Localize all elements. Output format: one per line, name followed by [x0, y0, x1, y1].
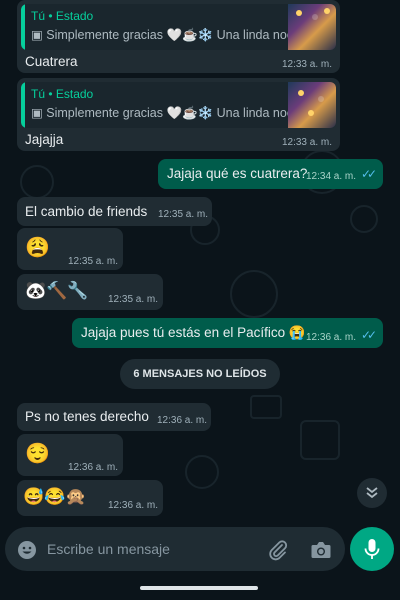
paperclip-icon[interactable]: [267, 539, 289, 561]
message-text: Jajaja pues tú estás en el Pacífico 😭: [81, 325, 306, 340]
scroll-to-bottom-button[interactable]: [357, 478, 387, 508]
message-bubble-incoming[interactable]: Tú • Estado ▣ Simplemente gracias 🤍☕❄️ U…: [17, 0, 340, 73]
message-time: 12:35 a. m.: [108, 294, 159, 305]
message-time: 12:36 a. m.: [157, 415, 208, 426]
message-bubble-incoming[interactable]: 😩 12:35 a. m.: [17, 228, 123, 270]
message-text: Jajajja: [25, 132, 64, 147]
message-time: 12:33 a. m.: [281, 59, 332, 70]
quote-bar: [21, 82, 25, 128]
message-text: Cuatrera: [25, 54, 78, 69]
wallpaper-doodle: [185, 455, 219, 489]
status-thumbnail: [288, 82, 336, 128]
message-time: 12:36 a. m.: [68, 462, 119, 473]
unread-messages-divider: 6 MENSAJES NO LEÍDOS: [120, 359, 280, 389]
message-bubble-incoming[interactable]: El cambio de friends 12:35 a. m.: [17, 197, 212, 226]
message-time: 12:35 a. m.: [68, 256, 119, 267]
reply-author: Tú • Estado: [31, 9, 94, 23]
emoji-icon[interactable]: [17, 540, 37, 560]
message-time: 12:33 a. m.: [281, 137, 332, 148]
reply-snippet: ▣ Simplemente gracias 🤍☕❄️ Una linda noc…: [31, 28, 307, 42]
message-bubble-incoming[interactable]: 🐼🔨🔧 12:35 a. m.: [17, 274, 163, 310]
message-bubble-outgoing[interactable]: Jajaja pues tú estás en el Pacífico 😭 12…: [72, 318, 383, 348]
status-thumbnail: [288, 4, 336, 50]
message-time: 12:35 a. m.: [158, 209, 209, 220]
message-composer[interactable]: Escribe un mensaje: [5, 527, 345, 571]
message-emoji: 🐼🔨🔧: [25, 281, 89, 300]
voice-message-button[interactable]: [350, 527, 394, 571]
reply-author: Tú • Estado: [31, 87, 94, 101]
read-double-check-icon: ✓✓: [361, 328, 377, 342]
quote-bar: [21, 4, 25, 50]
message-emoji: 😌: [25, 443, 50, 465]
message-bubble-incoming[interactable]: Ps no tenes derecho 12:36 a. m.: [17, 403, 211, 431]
microphone-icon: [364, 539, 380, 559]
wallpaper-doodle: [350, 205, 378, 233]
message-time: 12:36 a. m.: [108, 500, 159, 511]
reply-snippet: ▣ Simplemente gracias 🤍☕❄️ Una linda noc…: [31, 106, 307, 120]
camera-icon[interactable]: [310, 540, 332, 560]
wallpaper-doodle: [230, 270, 278, 318]
message-time: 12:36 a. m.: [306, 332, 357, 343]
message-text: Jajaja qué es cuatrera?: [167, 166, 308, 181]
message-input[interactable]: Escribe un mensaje: [47, 541, 170, 557]
wallpaper-doodle: [300, 420, 340, 460]
double-chevron-down-icon: [366, 487, 378, 499]
message-text: El cambio de friends: [25, 204, 148, 219]
message-time: 12:34 a. m.: [306, 171, 357, 182]
home-gesture-handle[interactable]: [140, 586, 258, 590]
quoted-status-reply[interactable]: Tú • Estado ▣ Simplemente gracias 🤍☕❄️ U…: [21, 4, 336, 50]
message-bubble-incoming[interactable]: 😌 12:36 a. m.: [17, 434, 123, 476]
wallpaper-doodle: [250, 395, 282, 419]
wallpaper-doodle: [20, 165, 54, 199]
message-bubble-incoming[interactable]: 😅😂🙊 12:36 a. m.: [17, 480, 163, 516]
read-double-check-icon: ✓✓: [361, 167, 377, 181]
system-navigation-bar: [0, 576, 400, 600]
message-bubble-incoming[interactable]: Tú • Estado ▣ Simplemente gracias 🤍☕❄️ U…: [17, 78, 340, 151]
message-emoji: 😅😂🙊: [23, 487, 87, 506]
message-emoji: 😩: [25, 237, 50, 259]
message-text: Ps no tenes derecho: [25, 409, 149, 424]
message-bubble-outgoing[interactable]: Jajaja qué es cuatrera? 12:34 a. m. ✓✓: [158, 159, 383, 189]
quoted-status-reply[interactable]: Tú • Estado ▣ Simplemente gracias 🤍☕❄️ U…: [21, 82, 336, 128]
